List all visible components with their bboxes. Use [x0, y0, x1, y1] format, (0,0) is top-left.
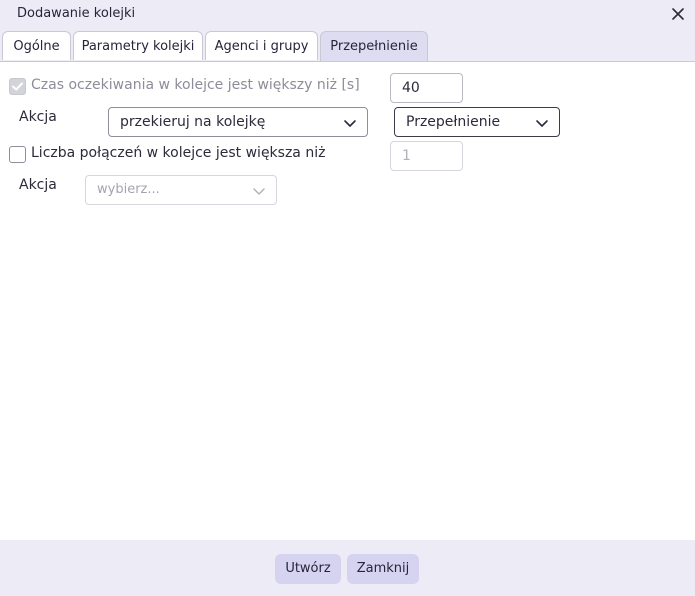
wait-time-label: Czas oczekiwania w kolejce jest większy … — [31, 77, 360, 93]
tab-bar: Ogólne Parametry kolejki Agenci i grupy … — [0, 28, 695, 62]
chevron-down-icon — [535, 116, 549, 130]
dialog-title: Dodawanie kolejki — [17, 6, 136, 21]
wait-time-checkbox[interactable] — [9, 78, 26, 95]
chevron-down-icon — [343, 116, 357, 130]
dialog-footer: Utwórz Zamknij — [0, 540, 695, 596]
close-button[interactable]: Zamknij — [347, 554, 419, 584]
create-button[interactable]: Utwórz — [275, 554, 341, 584]
count-action-select[interactable]: wybierz... — [85, 175, 277, 205]
overflow-panel: Czas oczekiwania w kolejce jest większy … — [0, 62, 695, 540]
wait-action-select[interactable]: przekieruj na kolejkę — [108, 107, 368, 137]
target-queue-value: Przepełnienie — [406, 114, 501, 130]
tab-queue-parameters[interactable]: Parametry kolejki — [73, 31, 203, 60]
count-action-value: wybierz... — [97, 182, 160, 197]
close-icon[interactable] — [667, 3, 689, 25]
tab-overflow[interactable]: Przepełnienie — [320, 31, 428, 61]
wait-action-value: przekieruj na kolejkę — [120, 114, 266, 130]
tab-general[interactable]: Ogólne — [2, 31, 71, 60]
wait-action-label: Akcja — [19, 109, 57, 125]
add-queue-dialog: Dodawanie kolejki Ogólne Parametry kolej… — [0, 0, 695, 596]
call-count-input[interactable]: 1 — [390, 141, 463, 171]
chevron-down-icon — [252, 184, 266, 198]
call-count-label: Liczba połączeń w kolejce jest większa n… — [31, 145, 326, 161]
check-icon — [12, 82, 23, 91]
wait-time-input[interactable]: 40 — [390, 73, 463, 103]
call-count-checkbox[interactable] — [9, 146, 26, 163]
target-queue-select[interactable]: Przepełnienie — [394, 107, 560, 137]
tab-agents-groups[interactable]: Agenci i grupy — [205, 31, 318, 60]
count-action-label: Akcja — [19, 177, 57, 193]
title-bar: Dodawanie kolejki — [0, 0, 695, 28]
